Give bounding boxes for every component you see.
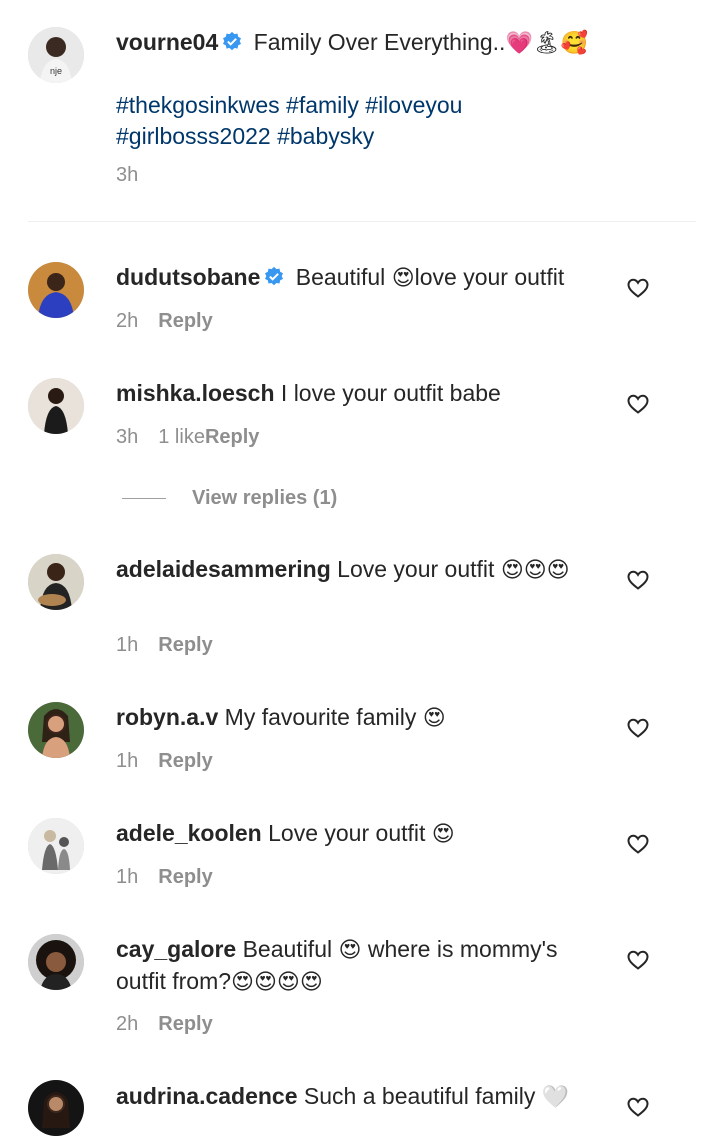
caption-emojis: 💗🏝🥰 [505,31,589,56]
comment-emoji: 😍 [391,266,415,291]
comment-text: mishka.loesch I love your outfit babe [116,378,606,409]
username[interactable]: dudutsobane [116,264,260,290]
caption-body: Family Over Everything.. [253,29,506,55]
heart-outline-icon[interactable] [626,392,650,416]
reply-button[interactable]: Reply [158,634,212,656]
reply-button[interactable]: Reply [205,426,259,448]
heart-outline-icon[interactable] [626,276,650,300]
avatar[interactable] [28,262,84,318]
caption-text: vourne04 Family Over Everything..💗🏝🥰 #th… [116,27,606,152]
avatar[interactable] [28,378,84,434]
timestamp: 3h [116,164,139,186]
comment-meta: 3h [116,164,138,187]
reply-button[interactable]: Reply [158,1013,212,1035]
timestamp: 1h [116,750,139,772]
timestamp: 2h [116,1013,139,1035]
view-replies-button[interactable]: View replies (1) [192,487,337,510]
username[interactable]: vourne04 [116,29,218,55]
reply-button[interactable]: Reply [158,866,212,888]
username[interactable]: adelaidesammering [116,556,331,582]
comment-body-continued: love your outfit [414,264,565,290]
comment-meta: 2h Reply [116,310,213,333]
comment-meta: 1h Reply [116,634,213,657]
reply-button[interactable]: Reply [158,750,212,772]
timestamp: 1h [116,866,139,888]
username[interactable]: mishka.loesch [116,380,275,406]
comment-text: adelaidesammering Love your outfit 😍😍😍 [116,554,606,586]
username[interactable]: adele_koolen [116,820,262,846]
username[interactable]: cay_galore [116,936,236,962]
comment-body: My favourite family [224,704,417,730]
comment-emojis: 😍😍😍😍 [231,970,323,995]
comment-meta: 1h Reply [116,866,213,889]
reply-button[interactable]: Reply [158,310,212,332]
verified-badge-icon [263,266,285,288]
comment-body: Love your outfit [268,820,426,846]
comment-meta: 1h Reply [116,750,213,773]
comment-meta: 3h 1 likeReply [116,426,259,449]
comment-emojis: 😍 [422,706,446,731]
comment-text: cay_galore Beautiful 😍 where is mommy's … [116,934,606,998]
comment-text: adele_koolen Love your outfit 😍 [116,818,606,850]
timestamp: 1h [116,634,139,656]
comment-emojis: 😍😍😍 [500,558,570,583]
avatar[interactable] [28,554,84,610]
like-count[interactable]: 1 like [158,426,205,448]
avatar[interactable] [28,1080,84,1136]
verified-badge-icon [221,31,243,53]
comment-text: audrina.cadence Such a beautiful family … [116,1081,606,1113]
avatar[interactable] [28,818,84,874]
avatar[interactable] [28,934,84,990]
heart-outline-icon[interactable] [626,948,650,972]
comment-emoji: 😍 [338,938,362,963]
comment-body: I love your outfit babe [280,380,501,406]
comment-body: Beautiful [242,936,333,962]
heart-outline-icon[interactable] [626,568,650,592]
heart-outline-icon[interactable] [626,832,650,856]
comment-meta: 2h Reply [116,1013,213,1036]
username[interactable]: robyn.a.v [116,704,218,730]
avatar[interactable]: nje [28,27,84,83]
comment-emojis: 😍 [431,822,455,847]
comment-body: Such a beautiful family [303,1083,536,1109]
caption-hashtags[interactable]: #thekgosinkwes #family #iloveyou #girlbo… [116,92,462,149]
username[interactable]: audrina.cadence [116,1083,298,1109]
svg-text:nje: nje [50,66,62,76]
comment-body: Beautiful [295,264,386,290]
view-replies-line [122,498,166,499]
comment-text: dudutsobane Beautiful 😍love your outfit [116,262,606,294]
comment-body: Love your outfit [337,556,495,582]
heart-outline-icon[interactable] [626,1095,650,1119]
comment-text: robyn.a.v My favourite family 😍 [116,702,606,734]
heart-outline-icon[interactable] [626,716,650,740]
timestamp: 3h [116,426,139,448]
timestamp: 2h [116,310,139,332]
divider [28,221,696,222]
comment-emojis: 🤍 [541,1085,570,1110]
avatar[interactable] [28,702,84,758]
